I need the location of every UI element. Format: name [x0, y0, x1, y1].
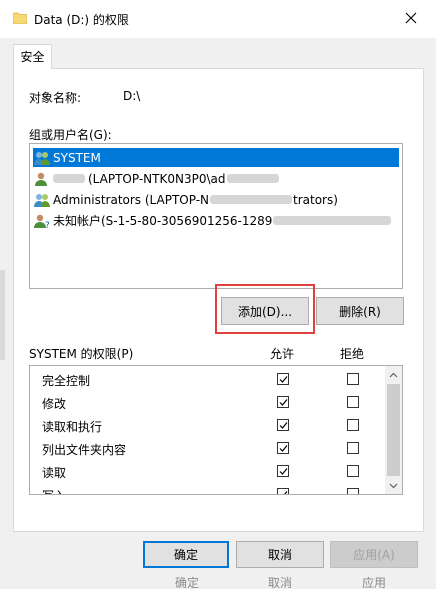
list-item-administrators[interactable]: Administrators (LAPTOP-N trators) [33, 190, 399, 209]
list-item-unknown-account[interactable]: ? 未知帐户(S-1-5-80-3056901256-1289 [33, 211, 399, 231]
ok-button[interactable]: 确定 [143, 541, 229, 568]
scroll-down-icon[interactable] [385, 477, 402, 494]
close-icon [405, 12, 417, 27]
permissions-scrollbar[interactable] [385, 366, 402, 494]
permission-name: 完全控制 [42, 374, 91, 388]
permission-name: 写入 [42, 487, 66, 494]
check-icon [279, 468, 288, 475]
list-item-system[interactable]: SYSTEM [33, 148, 399, 167]
list-item-user[interactable]: (LAPTOP-NTK0N3P0\ad [33, 169, 399, 188]
allow-checkbox[interactable] [277, 465, 289, 477]
permissions-table: 完全控制 修改 读取和执行 列出文件夹内容 读取 写入 [29, 365, 403, 495]
close-button[interactable] [396, 6, 426, 32]
permissions-label: SYSTEM 的权限(P) [29, 347, 134, 361]
permission-row: 读取 [30, 460, 384, 483]
list-item-label: Administrators (LAPTOP-N [53, 192, 210, 207]
background-cancel-label: 取消 [268, 576, 293, 590]
remove-button[interactable]: 删除(R) [316, 297, 404, 325]
tab-security[interactable]: 安全 [13, 44, 52, 69]
scroll-thumb[interactable] [387, 384, 400, 476]
list-item-suffix: trators) [293, 192, 338, 207]
check-icon [279, 445, 288, 452]
redacted-text [210, 195, 293, 204]
unknown-user-icon: ? [33, 213, 51, 231]
object-name-value: D:\ [123, 89, 141, 103]
window-title: Data (D:) 的权限 [34, 13, 129, 27]
allow-header: 允许 [270, 347, 295, 361]
allow-checkbox[interactable] [277, 442, 289, 454]
permission-row: 完全控制 [30, 368, 384, 391]
check-icon [279, 422, 288, 429]
permission-name: 修改 [42, 397, 67, 411]
background-apply-label: 应用 [362, 576, 387, 590]
background-window-edge [0, 270, 5, 360]
permission-row: 修改 [30, 391, 384, 414]
list-item-label: SYSTEM [53, 150, 101, 165]
redacted-text [273, 216, 392, 225]
apply-button: 应用(A) [330, 541, 418, 568]
user-icon [33, 171, 51, 187]
permission-row: 列出文件夹内容 [30, 437, 384, 460]
groups-label: 组或用户名(G): [29, 128, 112, 142]
svg-text:?: ? [45, 221, 50, 229]
redacted-text [227, 174, 280, 183]
allow-checkbox[interactable] [277, 419, 289, 431]
deny-checkbox[interactable] [347, 488, 359, 494]
deny-checkbox[interactable] [347, 373, 359, 385]
permission-row: 读取和执行 [30, 414, 384, 437]
highlight-annotation [215, 284, 315, 334]
deny-header: 拒绝 [340, 347, 365, 361]
groups-listbox[interactable]: SYSTEM (LAPTOP-NTK0N3P0\ad Administrator… [29, 143, 403, 289]
allow-checkbox[interactable] [277, 396, 289, 408]
permission-name: 读取和执行 [42, 420, 103, 434]
deny-checkbox[interactable] [347, 419, 359, 431]
allow-checkbox[interactable] [277, 373, 289, 385]
list-item-label: 未知帐户(S-1-5-80-3056901256-1289 [53, 214, 273, 228]
deny-checkbox[interactable] [347, 442, 359, 454]
permission-name: 读取 [42, 466, 67, 480]
cancel-button[interactable]: 取消 [236, 541, 324, 568]
object-name-label: 对象名称: [29, 91, 82, 105]
permission-name: 列出文件夹内容 [42, 443, 127, 457]
allow-checkbox[interactable] [277, 488, 289, 494]
check-icon [284, 491, 288, 494]
deny-checkbox[interactable] [347, 396, 359, 408]
redacted-text [53, 174, 85, 183]
users-group-icon [33, 150, 51, 166]
list-item-label: (LAPTOP-NTK0N3P0\ad [88, 171, 226, 186]
deny-checkbox[interactable] [347, 465, 359, 477]
check-icon [279, 399, 288, 406]
background-ok-label: 确定 [175, 576, 200, 590]
folder-icon [12, 12, 28, 25]
scroll-up-icon[interactable] [385, 366, 402, 383]
users-group-icon [33, 192, 51, 208]
permission-row: 写入 [30, 483, 384, 494]
check-icon [279, 376, 288, 383]
